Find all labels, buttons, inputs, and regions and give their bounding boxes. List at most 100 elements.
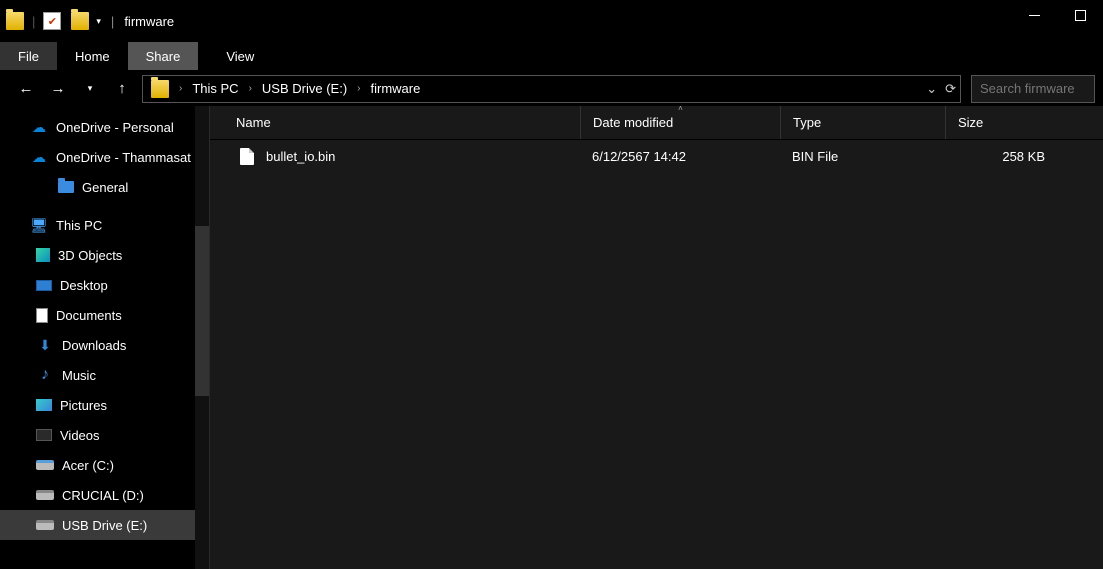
search-input[interactable] <box>971 75 1095 103</box>
arrow-up-icon: ↑ <box>118 80 126 97</box>
qat-properties-icon[interactable]: ✔ <box>43 12 61 30</box>
folder-icon <box>151 80 169 98</box>
music-icon: ♪ <box>36 366 54 384</box>
chevron-down-icon[interactable]: ⌄ <box>926 81 937 97</box>
tree-scrollbar[interactable] <box>195 106 209 569</box>
desktop-icon <box>36 280 52 291</box>
download-icon: ⬇ <box>36 336 54 354</box>
tab-share[interactable]: Share <box>128 42 199 70</box>
tree-label: OneDrive - Thammasat <box>56 150 191 165</box>
arrow-right-icon: → <box>51 80 66 97</box>
tree-label: Documents <box>56 308 122 323</box>
col-date-modified[interactable]: ˄ Date modified <box>580 106 780 139</box>
tree-documents[interactable]: Documents <box>0 300 209 330</box>
main-area: ˄ ☁ OneDrive - Personal ☁ OneDrive - Tha… <box>0 106 1103 569</box>
tree-downloads[interactable]: ⬇ Downloads <box>0 330 209 360</box>
tree-onedrive-personal[interactable]: ☁ OneDrive - Personal <box>0 112 209 142</box>
tree-label: Pictures <box>60 398 107 413</box>
tree-label: USB Drive (E:) <box>62 518 147 533</box>
maximize-button[interactable] <box>1057 0 1103 30</box>
tree-label: This PC <box>56 218 102 233</box>
nav-tree: ˄ ☁ OneDrive - Personal ☁ OneDrive - Tha… <box>0 106 210 569</box>
chevron-down-icon: ▾ <box>88 83 93 94</box>
cloud-icon: ☁ <box>30 118 48 136</box>
address-bar-right: ⌄ ⟳ <box>926 81 956 97</box>
sort-indicator-icon: ˄ <box>678 104 683 113</box>
col-name[interactable]: Name <box>210 106 580 139</box>
file-row[interactable]: bullet_io.bin 6/12/2567 14:42 BIN File 2… <box>210 140 1103 172</box>
chevron-right-icon[interactable]: › <box>355 83 362 94</box>
tree-general[interactable]: General <box>0 172 209 202</box>
ribbon-tabs: File Home Share View <box>0 42 1103 70</box>
arrow-left-icon: ← <box>19 80 34 97</box>
folder-icon <box>6 12 24 30</box>
tree-drive-crucial[interactable]: CRUCIAL (D:) <box>0 480 209 510</box>
tree-onedrive-thammasat[interactable]: ☁ OneDrive - Thammasat <box>0 142 209 172</box>
tree-label: CRUCIAL (D:) <box>62 488 144 503</box>
qat-dropdown-icon[interactable]: ▾ <box>96 16 101 27</box>
tree-drive-acer[interactable]: Acer (C:) <box>0 450 209 480</box>
minimize-icon <box>1029 15 1040 16</box>
cell-name: bullet_io.bin <box>210 148 580 165</box>
forward-button[interactable]: → <box>48 79 68 99</box>
chevron-right-icon[interactable]: › <box>177 83 184 94</box>
cloud-icon: ☁ <box>30 148 48 166</box>
breadcrumb-segment[interactable]: USB Drive (E:) <box>258 81 351 96</box>
drive-icon <box>36 460 54 470</box>
cell-size: 258 KB <box>945 149 1065 164</box>
pc-icon: 🖥 <box>30 216 48 234</box>
file-panel: Name ˄ Date modified Type Size bullet_io… <box>210 106 1103 569</box>
column-headers: Name ˄ Date modified Type Size <box>210 106 1103 140</box>
tree-label: Desktop <box>60 278 108 293</box>
chevron-right-icon[interactable]: › <box>247 83 254 94</box>
col-type[interactable]: Type <box>780 106 945 139</box>
pictures-icon <box>36 399 52 411</box>
cell-date: 6/12/2567 14:42 <box>580 149 780 164</box>
up-button[interactable]: ↑ <box>112 79 132 99</box>
file-name: bullet_io.bin <box>266 149 335 164</box>
col-label: Date modified <box>593 115 673 130</box>
tree-label: OneDrive - Personal <box>56 120 174 135</box>
recent-locations-button[interactable]: ▾ <box>80 79 100 99</box>
window-title: firmware <box>124 14 174 29</box>
scrollbar-thumb[interactable] <box>195 226 209 396</box>
navigation-row: ← → ▾ ↑ › This PC › USB Drive (E:) › fir… <box>0 70 1103 106</box>
minimize-button[interactable] <box>1011 0 1057 30</box>
qat-separator: | <box>32 14 35 29</box>
cube-icon <box>36 248 50 262</box>
tree-pictures[interactable]: Pictures <box>0 390 209 420</box>
col-size[interactable]: Size <box>945 106 1065 139</box>
tree-videos[interactable]: Videos <box>0 420 209 450</box>
quick-access-toolbar: | ✔ ▾ | firmware <box>6 12 174 30</box>
document-icon <box>36 308 48 323</box>
nav-buttons: ← → ▾ ↑ <box>16 79 132 99</box>
tree-desktop[interactable]: Desktop <box>0 270 209 300</box>
folder-icon <box>58 181 74 193</box>
tree-label: Music <box>62 368 96 383</box>
tree-label: 3D Objects <box>58 248 122 263</box>
tree-3d-objects[interactable]: 3D Objects <box>0 240 209 270</box>
tree-label: Downloads <box>62 338 126 353</box>
title-separator: | <box>111 14 114 29</box>
address-bar[interactable]: › This PC › USB Drive (E:) › firmware ⌄ … <box>142 75 961 103</box>
cell-type: BIN File <box>780 149 945 164</box>
tab-view[interactable]: View <box>208 42 272 70</box>
tree-this-pc[interactable]: 🖥 This PC <box>0 210 209 240</box>
drive-icon <box>36 520 54 530</box>
tree-label: General <box>82 180 128 195</box>
tree-drive-usb[interactable]: USB Drive (E:) <box>0 510 209 540</box>
back-button[interactable]: ← <box>16 79 36 99</box>
tree-music[interactable]: ♪ Music <box>0 360 209 390</box>
tree-label: Acer (C:) <box>62 458 114 473</box>
drive-icon <box>36 490 54 500</box>
tree-label: Videos <box>60 428 100 443</box>
breadcrumb-segment[interactable]: firmware <box>367 81 425 96</box>
tab-home[interactable]: Home <box>57 42 128 70</box>
breadcrumb-segment[interactable]: This PC <box>188 81 242 96</box>
refresh-icon[interactable]: ⟳ <box>945 81 956 97</box>
tab-file[interactable]: File <box>0 42 57 70</box>
titlebar: | ✔ ▾ | firmware <box>0 0 1103 42</box>
file-icon <box>240 148 254 165</box>
window-controls <box>1011 0 1103 30</box>
video-icon <box>36 429 52 441</box>
